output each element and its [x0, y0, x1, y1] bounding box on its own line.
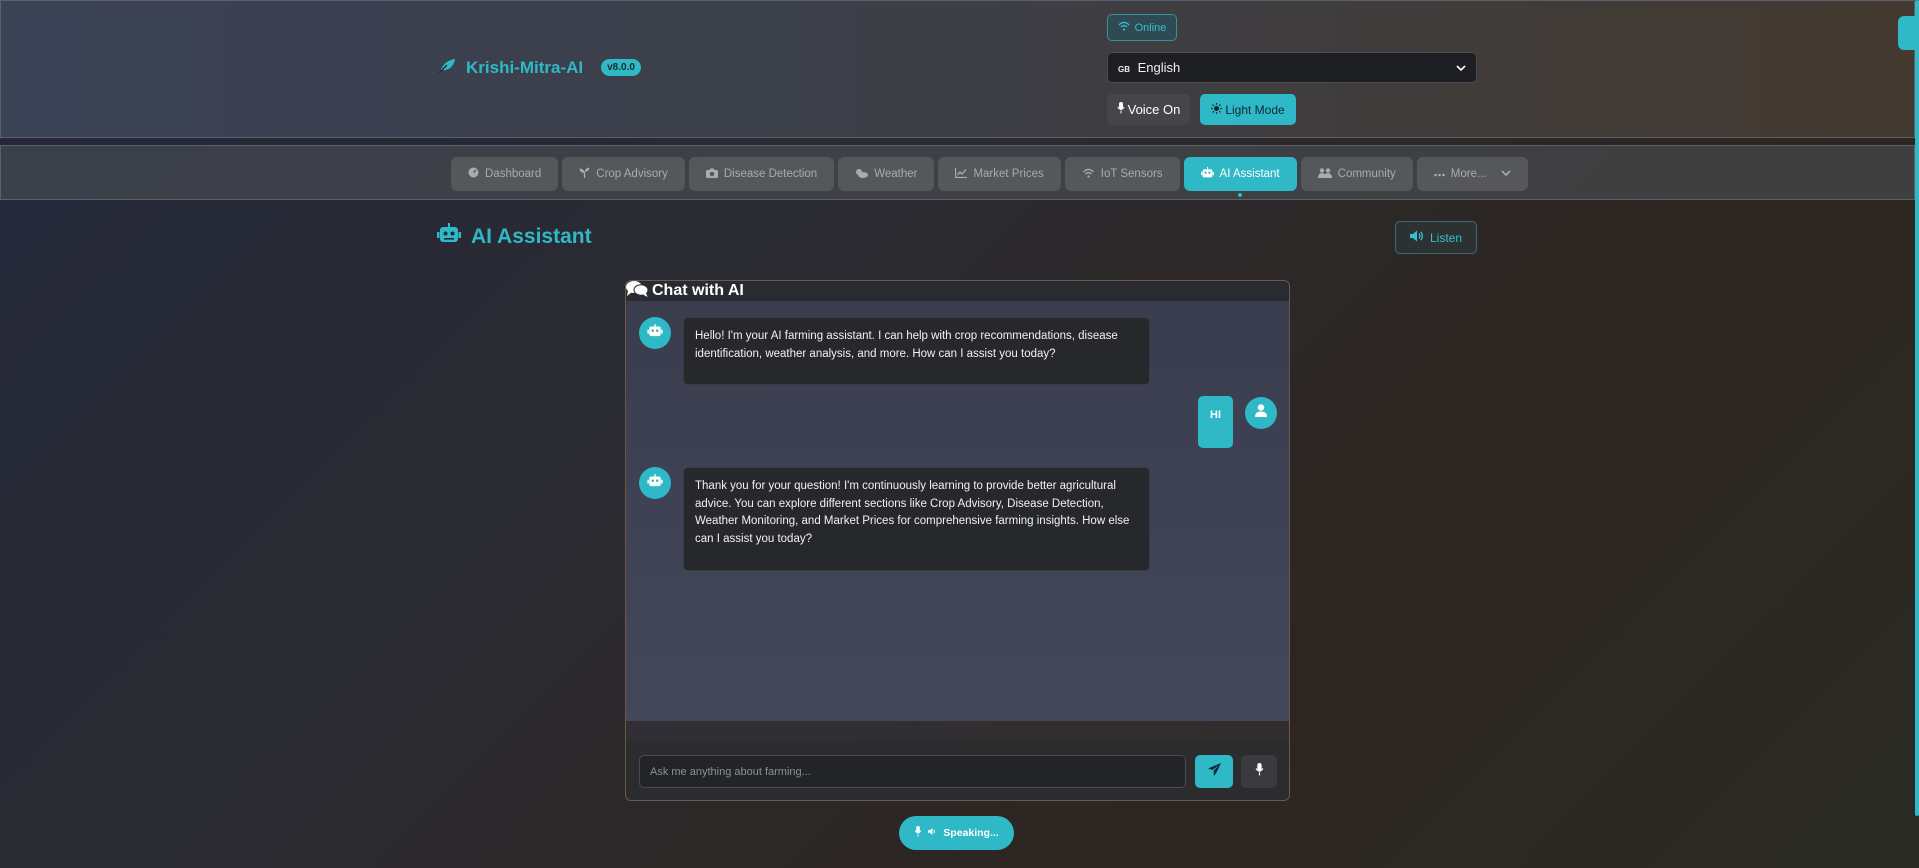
voice-toggle-label: Voice On [1127, 102, 1181, 117]
nav-tab-label: More... [1450, 168, 1487, 180]
microphone-icon [1116, 102, 1125, 117]
language-selected: English [1137, 60, 1181, 75]
chat-input-bar [626, 741, 1289, 800]
language-select[interactable]: GB English [1107, 52, 1477, 83]
nav-tab-label: Community [1337, 168, 1396, 180]
robot-icon [647, 473, 663, 493]
robot-icon [437, 223, 461, 251]
voice-toggle-button[interactable]: Voice On [1107, 94, 1190, 125]
bot-avatar [639, 467, 671, 499]
microphone-icon [914, 826, 922, 840]
voice-input-button[interactable] [1241, 755, 1277, 788]
nav-tab-market-prices[interactable]: Market Prices [938, 157, 1061, 191]
page-scrollbar[interactable] [1915, 0, 1919, 816]
nav-tab-label: Disease Detection [723, 168, 818, 180]
side-drawer-handle[interactable] [1898, 16, 1915, 50]
nav-tab-dashboard[interactable]: Dashboard [451, 157, 559, 191]
nav-tab-iot-sensors[interactable]: IoT Sensors [1064, 157, 1180, 191]
gauge-icon [468, 167, 479, 181]
chat-message-bot: Hello! I'm your AI farming assistant. I … [639, 317, 1150, 385]
nav-tab-more[interactable]: More... [1416, 157, 1528, 191]
listen-label: Listen [1429, 230, 1463, 245]
nav-tab-label: Dashboard [485, 168, 542, 180]
chat-panel: Chat with AI Hello! I'm your AI farming … [625, 280, 1290, 801]
brand-name: Krishi-Mitra-AI [466, 57, 584, 77]
cloud-sun-icon [855, 168, 869, 181]
user-avatar [1245, 397, 1277, 429]
chat-message-user: HI [1198, 396, 1277, 448]
chevron-down-icon [1501, 168, 1511, 180]
camera-icon [705, 168, 718, 181]
nav-tab-weather[interactable]: Weather [838, 157, 935, 191]
listen-button[interactable]: Listen [1395, 221, 1477, 254]
nav-tab-community[interactable]: Community [1300, 157, 1413, 191]
wifi-icon [1118, 21, 1130, 34]
nav-tab-label: Crop Advisory [596, 168, 668, 180]
main-nav: Dashboard Crop Advisory Disease Detection W… [0, 145, 1915, 200]
nav-tab-ai-assistant[interactable]: AI Assistant [1183, 157, 1297, 191]
seedling-icon [579, 167, 590, 181]
chat-header: Chat with AI [626, 281, 1289, 301]
online-status-badge: Online [1107, 14, 1177, 41]
nav-tab-list: Dashboard Crop Advisory Disease Detection W… [451, 157, 1528, 191]
brand[interactable]: Krishi-Mitra-AI v8.0.0 [438, 57, 641, 78]
user-message-bubble: HI [1198, 396, 1233, 448]
nav-tab-crop-advisory[interactable]: Crop Advisory [562, 157, 685, 191]
comments-icon [626, 281, 649, 302]
users-icon [1317, 167, 1332, 181]
user-icon [1255, 404, 1267, 422]
nav-tab-label: Weather [874, 168, 918, 180]
robot-icon [1200, 166, 1214, 182]
nav-tab-label: IoT Sensors [1100, 168, 1163, 180]
speaking-indicator[interactable]: Speaking... [899, 816, 1014, 850]
page-title-text: AI Assistant [471, 225, 592, 248]
chart-line-icon [955, 167, 968, 181]
chat-message-bot: Thank you for your question! I'm continu… [639, 467, 1150, 571]
version-badge: v8.0.0 [601, 59, 641, 76]
volume-icon [1409, 230, 1424, 245]
nav-tab-label: AI Assistant [1219, 168, 1280, 180]
bot-message-bubble: Hello! I'm your AI farming assistant. I … [683, 317, 1150, 385]
chat-messages: Hello! I'm your AI farming assistant. I … [626, 301, 1289, 721]
page-title: AI Assistant [437, 223, 592, 251]
chat-input[interactable] [639, 755, 1186, 788]
volume-icon [928, 827, 937, 839]
robot-icon [647, 323, 663, 343]
nav-tab-disease-detection[interactable]: Disease Detection [688, 157, 835, 191]
chevron-down-icon [1456, 60, 1466, 75]
nav-tab-label: Market Prices [973, 168, 1044, 180]
leaf-icon [438, 57, 456, 78]
microphone-icon [1255, 762, 1264, 781]
chat-title: Chat with AI [652, 282, 744, 299]
paper-plane-icon [1207, 762, 1221, 781]
top-header: Krishi-Mitra-AI v8.0.0 Online GB English… [0, 0, 1915, 138]
bot-avatar [639, 317, 671, 349]
light-mode-label: Light Mode [1225, 102, 1285, 117]
light-mode-button[interactable]: Light Mode [1200, 94, 1296, 125]
wifi-icon [1082, 168, 1095, 181]
bot-message-bubble: Thank you for your question! I'm continu… [683, 467, 1150, 571]
sun-icon [1211, 102, 1223, 117]
online-status-label: Online [1134, 21, 1167, 34]
flag-icon: GB [1118, 65, 1130, 74]
ellipsis-icon [1433, 168, 1445, 180]
send-button[interactable] [1195, 755, 1233, 788]
speaking-status-label: Speaking... [943, 827, 999, 839]
